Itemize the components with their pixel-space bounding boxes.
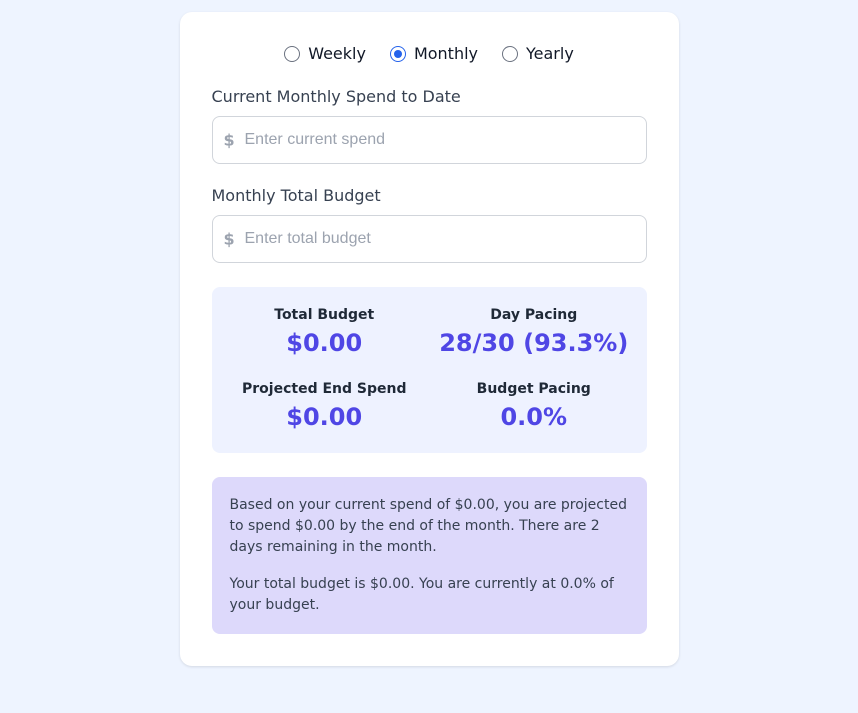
stat-total-budget: Total Budget $0.00	[228, 307, 422, 357]
input-wrapper: $	[212, 116, 647, 164]
stats-panel: Total Budget $0.00 Day Pacing 28/30 (93.…	[212, 287, 647, 453]
stat-value: 28/30 (93.3%)	[437, 329, 631, 357]
period-radio-group: Weekly Monthly Yearly	[212, 44, 647, 63]
stat-day-pacing: Day Pacing 28/30 (93.3%)	[437, 307, 631, 357]
stat-label: Total Budget	[228, 307, 422, 323]
stat-value: $0.00	[228, 329, 422, 357]
stat-projected-end-spend: Projected End Spend $0.00	[228, 381, 422, 431]
radio-monthly[interactable]: Monthly	[390, 44, 478, 63]
stat-label: Budget Pacing	[437, 381, 631, 397]
budget-card: Weekly Monthly Yearly Current Monthly Sp…	[180, 12, 679, 666]
input-wrapper: $	[212, 215, 647, 263]
stat-value: 0.0%	[437, 403, 631, 431]
total-budget-label: Monthly Total Budget	[212, 186, 647, 205]
stat-value: $0.00	[228, 403, 422, 431]
radio-weekly[interactable]: Weekly	[284, 44, 366, 63]
stat-label: Day Pacing	[437, 307, 631, 323]
stat-label: Projected End Spend	[228, 381, 422, 397]
current-spend-label: Current Monthly Spend to Date	[212, 87, 647, 106]
current-spend-input[interactable]	[212, 116, 647, 164]
summary-line-1: Based on your current spend of $0.00, yo…	[230, 495, 629, 558]
radio-icon	[502, 46, 518, 62]
stat-budget-pacing: Budget Pacing 0.0%	[437, 381, 631, 431]
summary-line-2: Your total budget is $0.00. You are curr…	[230, 574, 629, 616]
radio-yearly-label: Yearly	[526, 44, 574, 63]
radio-monthly-label: Monthly	[414, 44, 478, 63]
radio-icon	[390, 46, 406, 62]
summary-panel: Based on your current spend of $0.00, yo…	[212, 477, 647, 634]
radio-icon	[284, 46, 300, 62]
total-budget-field-group: Monthly Total Budget $	[212, 186, 647, 263]
radio-weekly-label: Weekly	[308, 44, 366, 63]
current-spend-field-group: Current Monthly Spend to Date $	[212, 87, 647, 164]
total-budget-input[interactable]	[212, 215, 647, 263]
radio-yearly[interactable]: Yearly	[502, 44, 574, 63]
